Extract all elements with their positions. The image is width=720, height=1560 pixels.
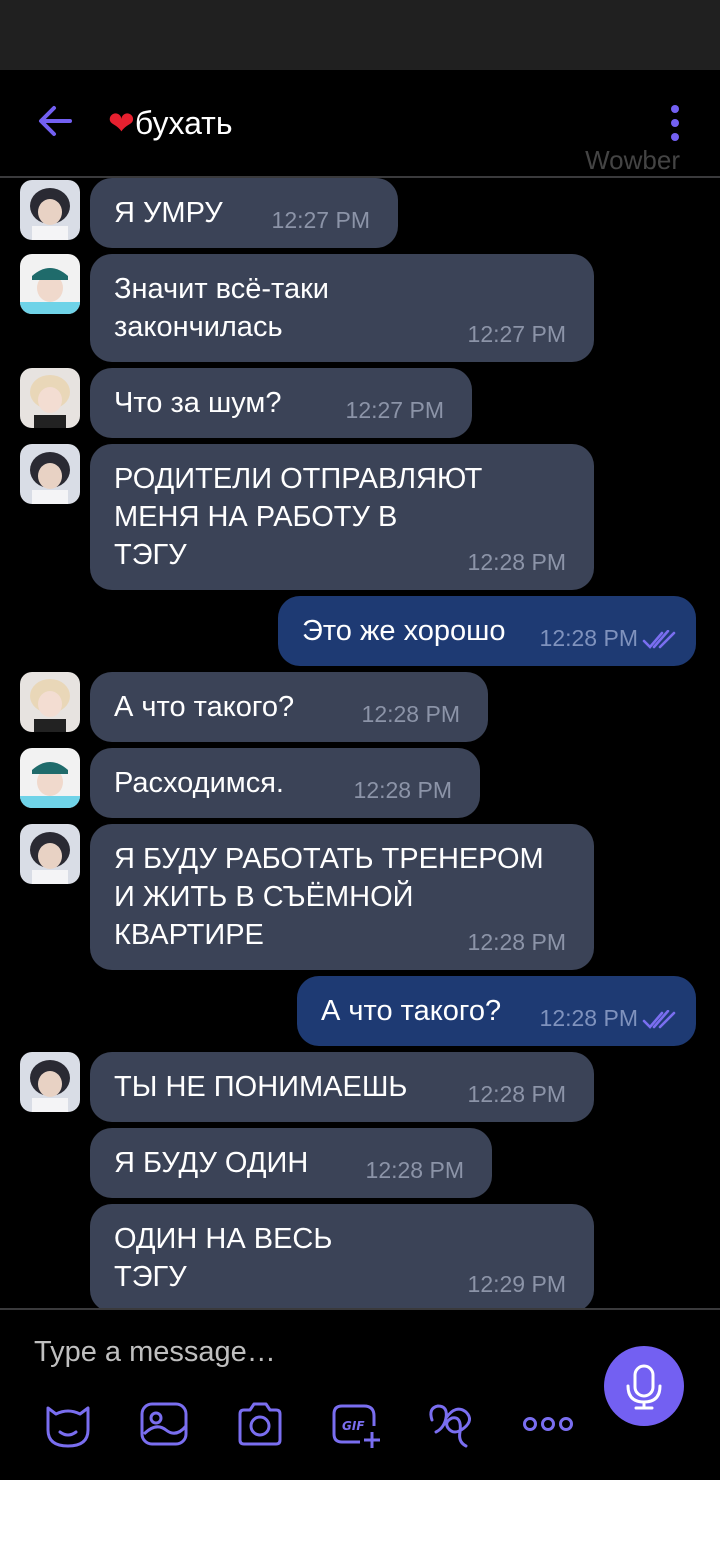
message-time: 12:28 PM	[539, 625, 638, 651]
message-bubble[interactable]: Расходимся. 12:28 PM	[90, 748, 480, 818]
outgoing-message-bubble[interactable]: Это же хорошо 12:28 PM	[278, 596, 696, 666]
message-time: 12:27 PM	[271, 207, 370, 233]
chat-title-text: бухать	[134, 105, 233, 141]
read-checkmarks-icon	[642, 1010, 676, 1029]
avatar-user-a[interactable]	[20, 824, 80, 884]
avatar-user-a[interactable]	[20, 1052, 80, 1112]
gallery-icon[interactable]	[138, 1398, 190, 1450]
message-composer: GIF	[0, 1308, 720, 1480]
message-bubble[interactable]: РОДИТЕЛИ ОТПРАВЛЯЮТ МЕНЯ НА РАБОТУ В ТЭГ…	[90, 444, 594, 590]
more-options-icon[interactable]	[660, 102, 690, 146]
message-bubble[interactable]: Я БУДУ РАБОТАТЬ ТРЕНЕРОМ И ЖИТЬ В СЪЁМНО…	[90, 824, 594, 970]
message-bubble[interactable]: Значит всё-таки закончилась 12:27 PM	[90, 254, 594, 362]
watermark: Wowber	[585, 145, 680, 175]
message-time: 12:28 PM	[467, 929, 566, 955]
message-list[interactable]: Я УМРУ 12:27 PM Значит всё-таки закончил…	[0, 178, 720, 1308]
status-bar	[0, 0, 720, 70]
message-bubble[interactable]: А что такого? 12:28 PM	[90, 672, 488, 742]
message-input[interactable]	[34, 1332, 574, 1372]
message-time: 12:27 PM	[345, 397, 444, 423]
message-time: 12:27 PM	[467, 321, 566, 347]
outgoing-message-bubble[interactable]: А что такого? 12:28 PM	[297, 976, 696, 1046]
message-time: 12:28 PM	[467, 1081, 566, 1107]
camera-icon[interactable]	[234, 1398, 286, 1450]
chat-title[interactable]: ❤бухать	[108, 104, 233, 142]
message-time: 12:28 PM	[361, 701, 460, 727]
avatar-user-c[interactable]	[20, 672, 80, 732]
sticker-icon[interactable]	[42, 1398, 94, 1450]
microphone-icon	[626, 1364, 662, 1410]
heart-emoji: ❤	[108, 105, 135, 141]
message-bubble[interactable]: ТЫ НЕ ПОНИМАЕШЬ 12:28 PM	[90, 1052, 594, 1122]
avatar-user-b[interactable]	[20, 254, 80, 314]
message-time: 12:28 PM	[539, 1005, 638, 1031]
voice-message-button[interactable]	[604, 1346, 684, 1426]
message-time: 12:28 PM	[365, 1157, 464, 1183]
message-bubble[interactable]: ОДИН НА ВЕСЬ ТЭГУ 12:29 PM	[90, 1204, 594, 1308]
read-checkmarks-icon	[642, 630, 676, 649]
message-time: 12:28 PM	[353, 777, 452, 803]
message-bubble[interactable]: Я УМРУ 12:27 PM	[90, 178, 398, 248]
message-time: 12:29 PM	[467, 1271, 566, 1297]
avatar-user-b[interactable]	[20, 748, 80, 808]
gif-icon[interactable]: GIF	[330, 1398, 382, 1450]
back-arrow-icon[interactable]	[34, 100, 76, 142]
message-time: 12:28 PM	[467, 549, 566, 575]
avatar-user-a[interactable]	[20, 180, 80, 240]
navigation-bar	[0, 1480, 720, 1560]
message-bubble[interactable]: Что за шум? 12:27 PM	[90, 368, 472, 438]
more-attachments-icon[interactable]	[522, 1398, 574, 1450]
chat-header: ❤бухать Wowber	[0, 70, 720, 178]
svg-text:GIF: GIF	[342, 1419, 365, 1433]
message-bubble[interactable]: Я БУДУ ОДИН 12:28 PM	[90, 1128, 492, 1198]
avatar-user-c[interactable]	[20, 368, 80, 428]
doodle-icon[interactable]	[426, 1398, 478, 1450]
avatar-user-a[interactable]	[20, 444, 80, 504]
